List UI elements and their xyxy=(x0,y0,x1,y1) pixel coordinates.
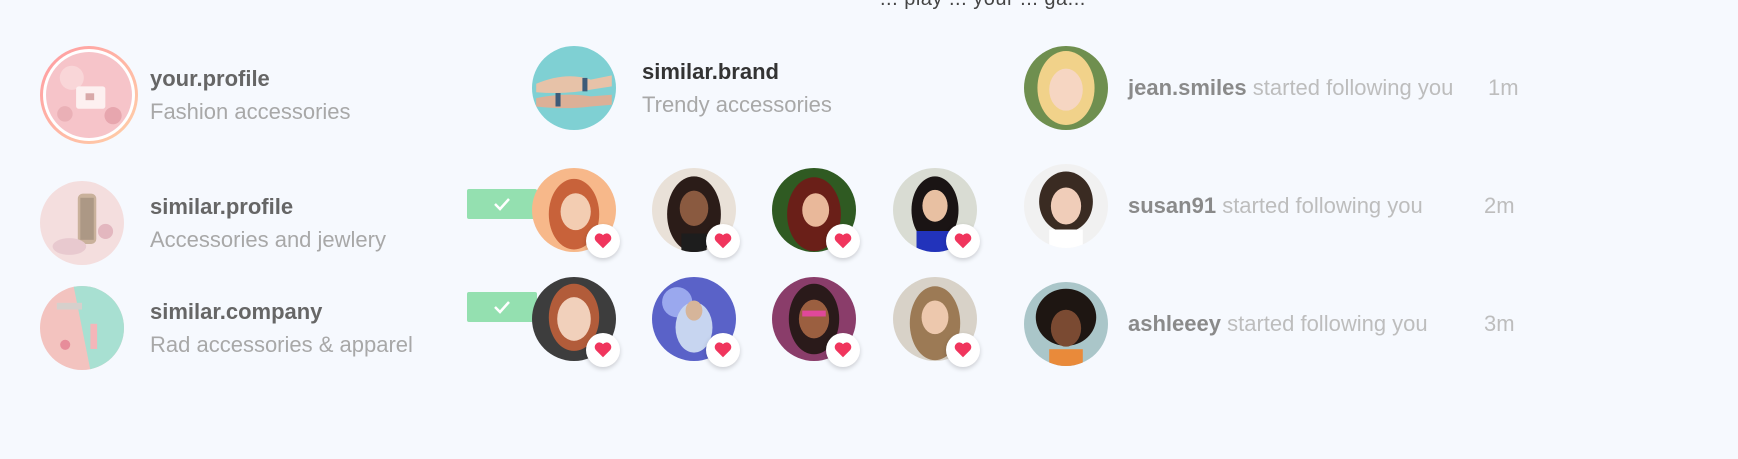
heart-icon xyxy=(834,342,852,358)
like-badge[interactable] xyxy=(706,224,740,258)
your-profile-name[interactable]: your.profile xyxy=(150,66,270,92)
heart-icon xyxy=(714,342,732,358)
check-icon xyxy=(494,301,510,314)
activity-text: ashleeey started following you xyxy=(1128,311,1428,337)
activity-username[interactable]: ashleeey xyxy=(1128,311,1221,336)
activity-text: jean.smiles started following you xyxy=(1128,75,1453,101)
like-badge[interactable] xyxy=(586,224,620,258)
followed-check-badge[interactable] xyxy=(467,292,537,322)
heart-icon xyxy=(594,342,612,358)
followed-check-badge[interactable] xyxy=(467,189,537,219)
your-profile-avatar[interactable] xyxy=(40,46,138,144)
similar-company-avatar[interactable] xyxy=(40,286,124,370)
check-icon xyxy=(494,198,510,211)
heart-icon xyxy=(594,233,612,249)
activity-action: started following you xyxy=(1227,311,1428,336)
activity-avatar[interactable] xyxy=(1024,46,1108,130)
similar-brand-name[interactable]: similar.brand xyxy=(642,59,779,85)
activity-avatar[interactable] xyxy=(1024,282,1108,366)
activity-username[interactable]: susan91 xyxy=(1128,193,1216,218)
like-badge[interactable] xyxy=(586,333,620,367)
activity-avatar[interactable] xyxy=(1024,164,1108,248)
heart-icon xyxy=(954,233,972,249)
activity-action: started following you xyxy=(1222,193,1423,218)
similar-profile-name[interactable]: similar.profile xyxy=(150,194,293,220)
activity-time: 1m xyxy=(1488,75,1519,100)
activity-text: susan91 started following you xyxy=(1128,193,1423,219)
similar-brand-subtitle: Trendy accessories xyxy=(642,92,832,117)
like-badge[interactable] xyxy=(706,333,740,367)
activity-username[interactable]: jean.smiles xyxy=(1128,75,1247,100)
heart-icon xyxy=(954,342,972,358)
activity-action: started following you xyxy=(1252,75,1454,100)
similar-company-name[interactable]: similar.company xyxy=(150,299,322,325)
like-badge[interactable] xyxy=(946,333,980,367)
similar-company-subtitle: Rad accessories & apparel xyxy=(150,332,413,357)
top-cut-text: ... play ... your ... ga... xyxy=(880,0,1086,11)
like-badge[interactable] xyxy=(826,224,860,258)
heart-icon xyxy=(834,233,852,249)
activity-time: 3m xyxy=(1484,311,1515,336)
heart-icon xyxy=(714,233,732,249)
similar-profile-avatar[interactable] xyxy=(40,181,124,265)
similar-brand-avatar[interactable] xyxy=(532,46,616,130)
your-profile-subtitle: Fashion accessories xyxy=(150,99,351,124)
like-badge[interactable] xyxy=(946,224,980,258)
similar-profile-subtitle: Accessories and jewlery xyxy=(150,227,386,252)
like-badge[interactable] xyxy=(826,333,860,367)
activity-time: 2m xyxy=(1484,193,1515,218)
